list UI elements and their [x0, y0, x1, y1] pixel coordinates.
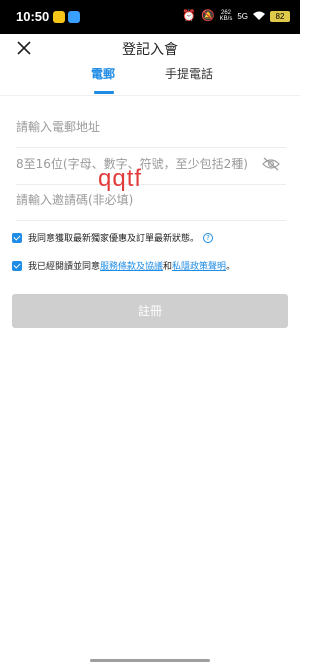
tab-divider: [0, 95, 300, 96]
active-tab-indicator: [94, 91, 114, 94]
password-field-container: [16, 149, 286, 185]
network-type: 5G: [237, 11, 248, 21]
status-icons: ⏰ 🔕 262 KB/s 5G 82: [182, 9, 290, 23]
page-title: 登記入會: [122, 42, 178, 58]
email-input[interactable]: [16, 112, 256, 142]
terms-and: 和: [163, 262, 173, 272]
battery-icon: 82: [270, 10, 290, 22]
marketing-consent-row: 我同意獲取最新獨家優惠及訂單最新狀態。 ?: [12, 231, 214, 244]
email-field-container: [16, 112, 286, 148]
tab-phone[interactable]: 手提電話: [165, 65, 213, 82]
terms-suffix: 。: [226, 262, 236, 272]
notification-app-icon: [53, 11, 65, 23]
hide-password-icon[interactable]: [262, 157, 280, 171]
register-button[interactable]: 註冊: [12, 294, 288, 328]
notification-app-icon: [68, 11, 80, 23]
terms-prefix: 我已經閱讀並同意: [28, 262, 101, 272]
wifi-icon: [253, 11, 265, 20]
help-icon[interactable]: ?: [203, 232, 214, 243]
privacy-policy-link[interactable]: 私隱政策聲明: [172, 259, 226, 272]
alarm-icon: ⏰: [182, 9, 196, 22]
marketing-consent-checkbox[interactable]: [12, 232, 22, 243]
watermark-text: qqtf: [98, 165, 143, 192]
marketing-consent-label: 我同意獲取最新獨家優惠及訂單最新狀態。: [28, 234, 200, 244]
home-indicator[interactable]: [90, 659, 210, 662]
net-speed: 262 KB/s: [220, 10, 233, 22]
terms-consent-checkbox[interactable]: [12, 260, 22, 271]
mute-icon: 🔕: [200, 9, 215, 22]
status-time: 10:50: [16, 9, 50, 24]
tab-email[interactable]: 電郵: [91, 65, 115, 82]
terms-of-service-link[interactable]: 服務條款及協議: [100, 259, 163, 272]
net-speed-unit: KB/s: [219, 16, 233, 22]
status-bar: 10:50 ⏰ 🔕 262 KB/s 5G 82: [0, 0, 300, 34]
terms-consent-row: 我已經閱讀並同意 服務條款及協議 和 私隱政策聲明 。: [12, 259, 235, 272]
invite-code-field-container: [16, 185, 286, 221]
